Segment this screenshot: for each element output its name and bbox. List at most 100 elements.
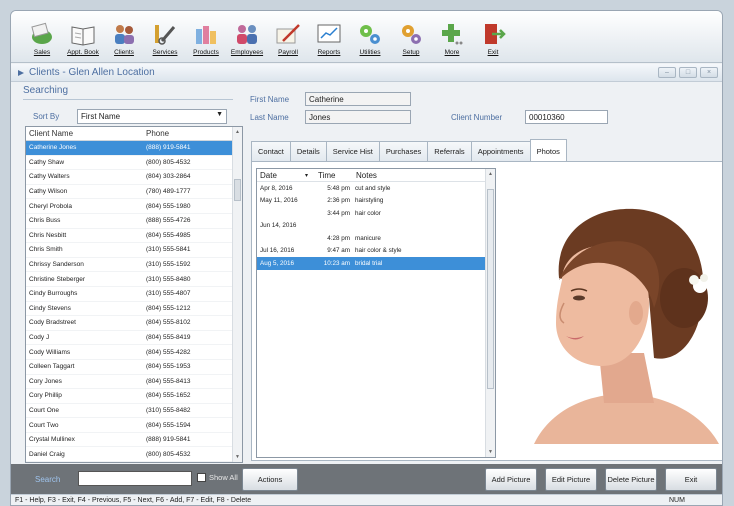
client-row[interactable]: Daniel Craig (800) 805-4532 [26, 447, 242, 462]
client-row[interactable]: Cathy Walters (804) 303-2864 [26, 170, 242, 185]
tab-appointments[interactable]: Appointments [470, 141, 531, 161]
client-phone: (310) 555-1592 [146, 261, 191, 269]
scroll-down-icon[interactable]: ▼ [488, 449, 493, 455]
client-phone: (804) 555-8419 [146, 334, 191, 342]
client-row[interactable]: Cory Jones (804) 555-8413 [26, 375, 242, 390]
client-row[interactable]: Cindy Stevens (804) 555-1212 [26, 302, 242, 317]
delete-picture-label: Delete Picture [607, 474, 655, 484]
client-phone: (804) 555-8413 [146, 377, 191, 385]
tab-photos[interactable]: Photos [529, 139, 567, 161]
toolbar-button-reports[interactable]: Reports [310, 17, 348, 59]
first-name-field[interactable]: Catherine [305, 92, 411, 106]
last-name-field[interactable]: Jones [305, 110, 411, 124]
toolbar-button-more[interactable]: More [433, 17, 471, 59]
toolbar-button-payroll[interactable]: Payroll [269, 17, 307, 59]
toolbar-button-products[interactable]: Products [187, 17, 225, 59]
client-row[interactable]: Christine Steberger (310) 555-8480 [26, 272, 242, 287]
note-time: 10:23 am [323, 259, 350, 267]
client-row[interactable]: Court Two (804) 555-1594 [26, 418, 242, 433]
client-phone: (888) 555-4726 [146, 217, 191, 225]
toolbar-button-services[interactable]: Services [146, 17, 184, 59]
search-input[interactable] [78, 471, 192, 486]
column-header-client-name[interactable]: Client Name [26, 127, 143, 140]
exit-button[interactable]: Exit [665, 468, 717, 491]
tab-contact[interactable]: Contact [251, 141, 291, 161]
photo-note-row[interactable]: 3:44 pm hair color [257, 207, 495, 220]
client-phone: (800) 805-4532 [146, 158, 191, 166]
toolbar-button-employees[interactable]: Employees [228, 17, 266, 59]
client-row[interactable]: Chris Smith (310) 555-5841 [26, 243, 242, 258]
client-row[interactable]: Cory Phillip (804) 555-1652 [26, 389, 242, 404]
photo-note-row[interactable]: Jun 14, 2016 [257, 220, 495, 233]
client-list-header: Client Name Phone [26, 127, 242, 141]
tab-purchases[interactable]: Purchases [378, 141, 429, 161]
checkbox-box[interactable] [197, 473, 206, 482]
photo-note-row[interactable]: Apr 8, 2016 5:48 pm cut and style [257, 182, 495, 195]
sort-by-label: Sort By [33, 112, 60, 121]
client-row[interactable]: Court One (310) 555-8482 [26, 404, 242, 419]
photo-note-row[interactable]: Aug 5, 2016 10:23 am bridal trial [257, 257, 495, 270]
scroll-up-icon[interactable]: ▲ [488, 171, 493, 177]
tab-service-hist[interactable]: Service Hist [325, 141, 380, 161]
client-name: Daniel Craig [29, 450, 65, 458]
client-row[interactable]: Cheryl Probola (804) 555-1980 [26, 199, 242, 214]
delete-picture-button[interactable]: Delete Picture [605, 468, 657, 491]
show-all-checkbox[interactable]: Show All [197, 473, 238, 482]
toolbar-button-clients[interactable]: Clients [105, 17, 143, 59]
photo-notes-list[interactable]: Date ▾ Time Notes Apr 8, 2016 5:48 pm cut … [256, 168, 496, 458]
note-time: 2:36 pm [327, 197, 350, 205]
column-header-phone[interactable]: Phone [143, 127, 223, 140]
client-number-field[interactable]: 00010360 [525, 110, 608, 124]
toolbar-button-sales[interactable]: Sales [23, 17, 61, 59]
note-note: bridal trial [355, 259, 383, 267]
toolbar-button-exit[interactable]: Exit [474, 17, 512, 59]
client-row[interactable]: Chris Nesbitt (804) 555-4985 [26, 229, 242, 244]
actions-button[interactable]: Actions [242, 468, 298, 491]
scroll-thumb[interactable] [487, 189, 494, 389]
client-row[interactable]: Cody Williams (804) 555-4282 [26, 345, 242, 360]
minimize-button[interactable]: – [658, 67, 676, 78]
client-phone: (888) 919-5841 [146, 144, 191, 152]
window-title: Clients - Glen Allen Location [29, 67, 155, 78]
tab-referrals[interactable]: Referrals [427, 141, 472, 161]
client-list-scrollbar[interactable]: ▲ ▼ [232, 127, 242, 462]
scroll-up-icon[interactable]: ▲ [235, 129, 240, 135]
notes-scrollbar[interactable]: ▲ ▼ [485, 169, 495, 457]
client-row[interactable]: Catherine Jones (888) 919-5841 [26, 141, 242, 156]
close-button[interactable]: × [700, 67, 718, 78]
client-name: Colleen Taggart [29, 363, 75, 371]
photo-note-row[interactable]: 4:28 pm manicure [257, 232, 495, 245]
client-list[interactable]: Client Name Phone Catherine Jones (888) 9… [25, 126, 243, 463]
scroll-down-icon[interactable]: ▼ [235, 454, 240, 460]
client-row[interactable]: Colleen Taggart (804) 555-1953 [26, 360, 242, 375]
photo-note-row[interactable]: Jul 16, 2016 9:47 am hair color & style [257, 245, 495, 258]
client-row[interactable]: Daniella Samara(780) 489-1777 [26, 462, 242, 463]
toolbar-button-setup[interactable]: Setup [392, 17, 430, 59]
tab-details[interactable]: Details [289, 141, 327, 161]
client-row[interactable]: Cathy Wilson (780) 489-1777 [26, 185, 242, 200]
client-name: Christine Steberger [29, 275, 85, 283]
client-row[interactable]: Chrissy Sanderson (310) 555-1592 [26, 258, 242, 273]
note-time: 9:47 am [327, 247, 350, 255]
toolbar-button-utilities[interactable]: Utilities [351, 17, 389, 59]
client-name: Court One [29, 406, 59, 414]
maximize-button[interactable]: □ [679, 67, 697, 78]
add-picture-button[interactable]: Add Picture [485, 468, 537, 491]
client-name: Court Two [29, 421, 59, 429]
column-header-notes[interactable]: Notes [353, 169, 379, 181]
client-phone: (780) 489-1777 [146, 188, 191, 196]
photo-note-row[interactable]: May 11, 2016 2:36 pm hairstyling [257, 195, 495, 208]
client-phone: (310) 555-4807 [146, 290, 191, 298]
column-header-date[interactable]: Date [257, 169, 302, 181]
column-header-time[interactable]: Time [315, 169, 353, 181]
client-row[interactable]: Crystal Mullinex (888) 919-5841 [26, 433, 242, 448]
client-row[interactable]: Cindy Burroughs (310) 555-4807 [26, 287, 242, 302]
client-row[interactable]: Cathy Shaw (800) 805-4532 [26, 156, 242, 171]
client-row[interactable]: Cody J (804) 555-8419 [26, 331, 242, 346]
client-row[interactable]: Chris Buss (888) 555-4726 [26, 214, 242, 229]
sort-by-select[interactable]: First Name ▼ [77, 109, 227, 124]
client-row[interactable]: Cody Bradstreet (804) 555-8102 [26, 316, 242, 331]
edit-picture-button[interactable]: Edit Picture [545, 468, 597, 491]
scroll-thumb[interactable] [234, 179, 241, 201]
toolbar-button-appt-book[interactable]: Appt. Book [64, 17, 102, 59]
